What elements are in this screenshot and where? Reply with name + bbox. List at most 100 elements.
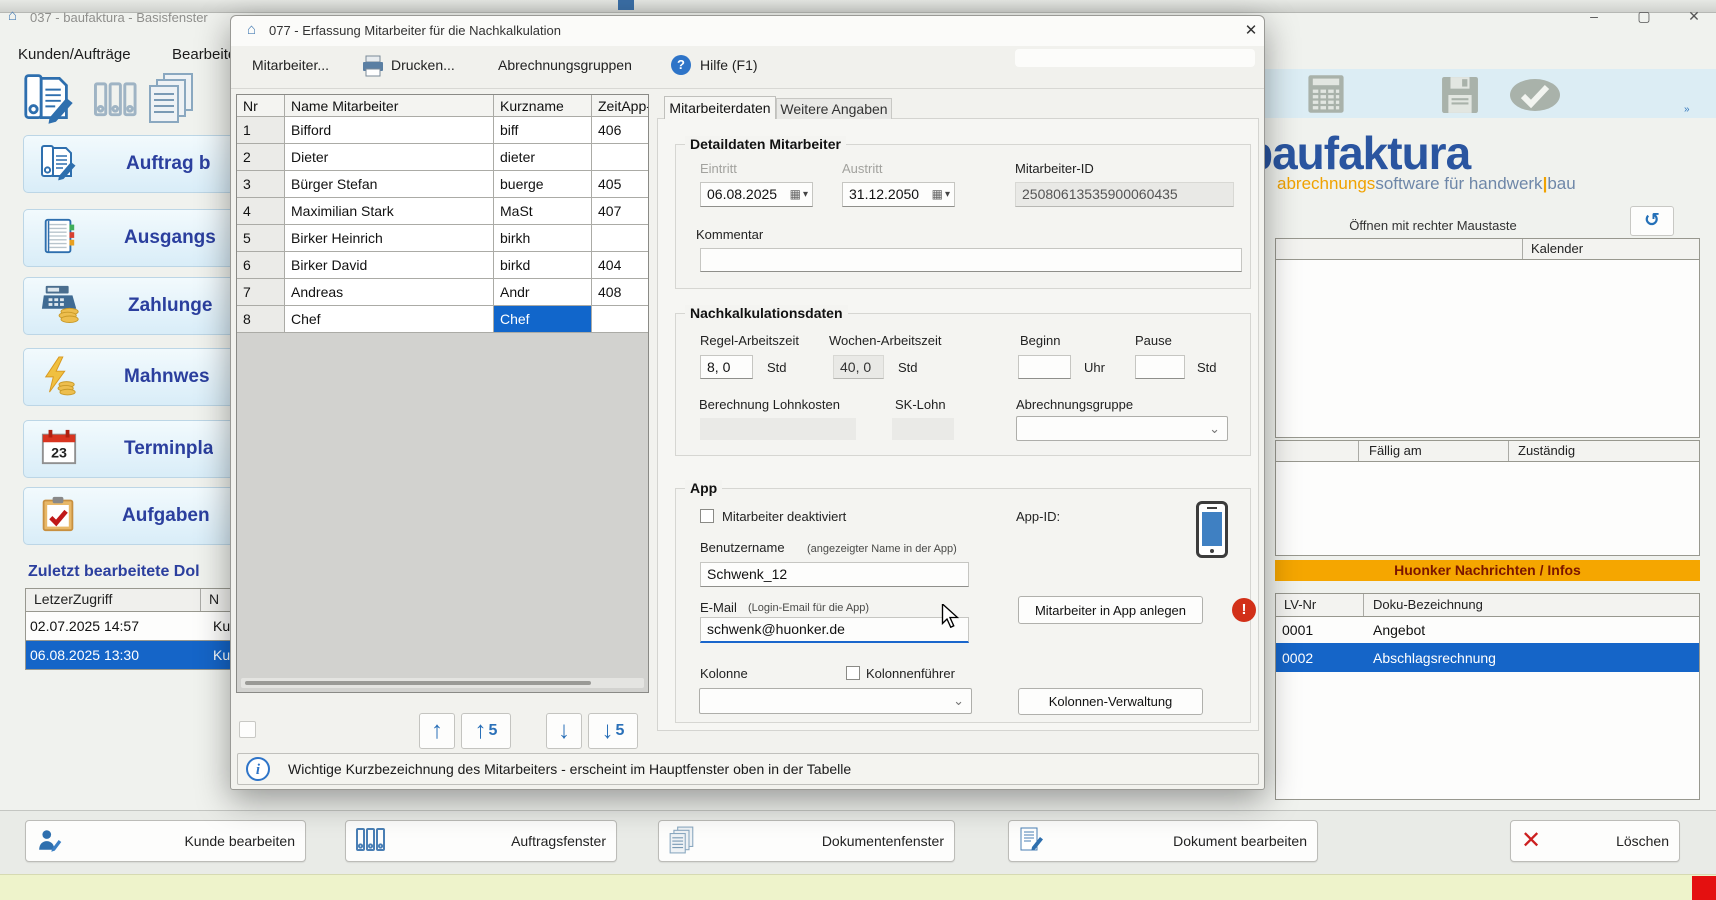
document-edit-toolbar-icon[interactable] [22,70,80,131]
calendar-grid-icon[interactable]: ▦ [932,183,943,206]
berechnung-field [700,418,856,440]
col-kurzname[interactable]: Kurzname [494,95,592,117]
documents-icon [669,826,695,857]
loeschen-button[interactable]: ✕ Löschen [1510,820,1680,862]
column-header[interactable]: N [201,589,219,611]
kolonnen-verwaltung-button[interactable]: Kolonnen-Verwaltung [1018,688,1203,715]
sidebar-item-label: Aufgaben [122,505,210,527]
col-zeitapp[interactable]: ZeitApp- [592,95,648,117]
regel-field[interactable]: 8, 0 [700,355,753,379]
corner-checkbox[interactable] [239,721,256,738]
menu-kunden-auftraege[interactable]: Kunden/Aufträge [18,46,131,63]
minimize-button[interactable]: – [1580,8,1608,24]
move-up-button[interactable]: ↑ [419,713,455,749]
menu-drucken[interactable]: Drucken... [391,57,455,73]
regel-unit: Std [767,360,787,375]
menu-hilfe[interactable]: Hilfe (F1) [700,57,758,73]
mitarbeiter-deaktiviert-checkbox[interactable] [700,509,714,523]
cell-zeitapp [592,225,648,252]
dialog-close-icon[interactable]: ✕ [1239,21,1263,39]
calendar-body[interactable] [1275,260,1700,438]
col-name[interactable]: Name Mitarbeiter [285,95,494,117]
calendar-grid-icon[interactable]: ▦ [790,183,801,206]
right-click-hint: Öffnen mit rechter Maustaste [1348,218,1518,233]
nachkalkulation-groupbox: Nachkalkulationsdaten Regel-Arbeitszeit … [675,313,1251,456]
svg-text:23: 23 [51,445,67,461]
employee-row[interactable]: 4 Maximilian Stark MaSt 407 [237,198,648,225]
kolonnenfuehrer-checkbox[interactable] [846,666,860,680]
maximize-button[interactable]: ▢ [1630,8,1658,25]
lv-nr-cell: 0002 [1276,650,1364,666]
abrechnungsgruppe-dropdown[interactable]: ⌄ [1016,416,1228,441]
close-button[interactable]: ✕ [1680,8,1708,25]
last-access-cell: 02.07.2025 14:57 [26,618,205,634]
employee-row[interactable]: 1 Bifford biff 406 [237,117,648,144]
kommentar-label: Kommentar [696,227,763,242]
cell-nr: 6 [237,252,285,279]
employee-row[interactable]: 5 Birker Heinrich birkh [237,225,648,252]
detaildaten-groupbox: Detaildaten Mitarbeiter Eintritt Austrit… [675,144,1251,289]
employee-row[interactable]: 2 Dieter dieter [237,144,648,171]
name-cell: Ku [205,618,230,634]
doc-row[interactable]: 0001 Angebot [1276,617,1699,643]
austritt-date-field[interactable]: 31.12.2050 ▦ ▾ [842,182,955,207]
printer-icon[interactable] [361,54,385,83]
button-label: Löschen [1616,833,1669,849]
beginn-field[interactable] [1018,355,1071,379]
pause-label: Pause [1135,333,1172,348]
overflow-chevrons[interactable]: » [1684,104,1690,115]
cell-name: Chef [285,306,494,333]
tab-weitere-angaben[interactable]: Weitere Angaben [776,98,892,119]
due-header-row: Fällig am Zuständig [1275,440,1700,462]
kolonne-dropdown[interactable]: ⌄ [699,688,972,714]
save-icon[interactable] [1437,76,1483,119]
help-icon[interactable]: ? [671,55,691,75]
tab-mitarbeiterdaten[interactable]: Mitarbeiterdaten [664,96,776,119]
binders-icon [356,827,386,856]
auftragsfenster-button[interactable]: Auftragsfenster [345,820,617,862]
step-label: 5 [489,722,498,740]
cell-name: Birker David [285,252,494,279]
employee-row[interactable]: 3 Bürger Stefan buerge 405 [237,171,648,198]
calculator-icon[interactable] [1304,74,1348,119]
menu-abrechnungsgruppen[interactable]: Abrechnungsgruppen [498,57,632,73]
employee-row-selected[interactable]: 8 Chef Chef [237,306,648,333]
date-dropdown-icon[interactable]: ▾ [803,183,808,206]
due-body[interactable] [1275,462,1700,556]
kolonne-label: Kolonne [700,666,748,681]
column-header[interactable]: LetzerZugriff [26,589,201,611]
cell-kurzname: birkh [494,225,592,252]
employee-row[interactable]: 6 Birker David birkd 404 [237,252,648,279]
email-field[interactable]: schwenk@huonker.de [700,617,969,643]
pause-field[interactable] [1135,355,1185,379]
move-down-button[interactable]: ↓ [546,713,582,749]
confirm-check-icon[interactable] [1509,76,1561,119]
horizontal-scrollbar[interactable] [241,678,644,688]
menu-bearbeiten[interactable]: Bearbeite [172,46,236,63]
scrollbar-thumb[interactable] [245,681,591,685]
binders-toolbar-icon[interactable] [94,76,138,129]
employee-table-header[interactable]: Nr Name Mitarbeiter Kurzname ZeitApp- [237,95,648,117]
benutzername-hint: (angezeigter Name in der App) [807,543,957,555]
benutzername-field[interactable]: Schwenk_12 [700,562,969,587]
mitarbeiter-in-app-anlegen-button[interactable]: Mitarbeiter in App anlegen [1018,596,1203,624]
employee-row[interactable]: 7 Andreas Andr 408 [237,279,648,306]
documents-toolbar-icon[interactable] [146,72,198,129]
move-down-5-button[interactable]: ↓5 [588,713,638,749]
kunde-bearbeiten-button[interactable]: Kunde bearbeiten [25,820,306,862]
button-label: Auftragsfenster [511,833,606,849]
wochen-label: Wochen-Arbeitszeit [829,333,941,348]
date-dropdown-icon[interactable]: ▾ [945,183,950,206]
refresh-button[interactable]: ↺ [1630,206,1674,236]
move-up-5-button[interactable]: ↑5 [461,713,511,749]
col-nr[interactable]: Nr [237,95,285,117]
cell-kurzname: biff [494,117,592,144]
name-cell: Ku [205,647,230,663]
eintritt-date-field[interactable]: 06.08.2025 ▦ ▾ [700,182,813,207]
dokumentenfenster-button[interactable]: Dokumentenfenster [658,820,955,862]
menu-mitarbeiter[interactable]: Mitarbeiter... [252,57,329,73]
doc-row-selected[interactable]: 0002 Abschlagsrechnung [1276,643,1699,672]
dialog-titlebar: ⌂ 077 - Erfassung Mitarbeiter für die Na… [231,16,1264,47]
dokument-bearbeiten-button[interactable]: Dokument bearbeiten [1008,820,1318,862]
kommentar-field[interactable] [700,248,1242,272]
